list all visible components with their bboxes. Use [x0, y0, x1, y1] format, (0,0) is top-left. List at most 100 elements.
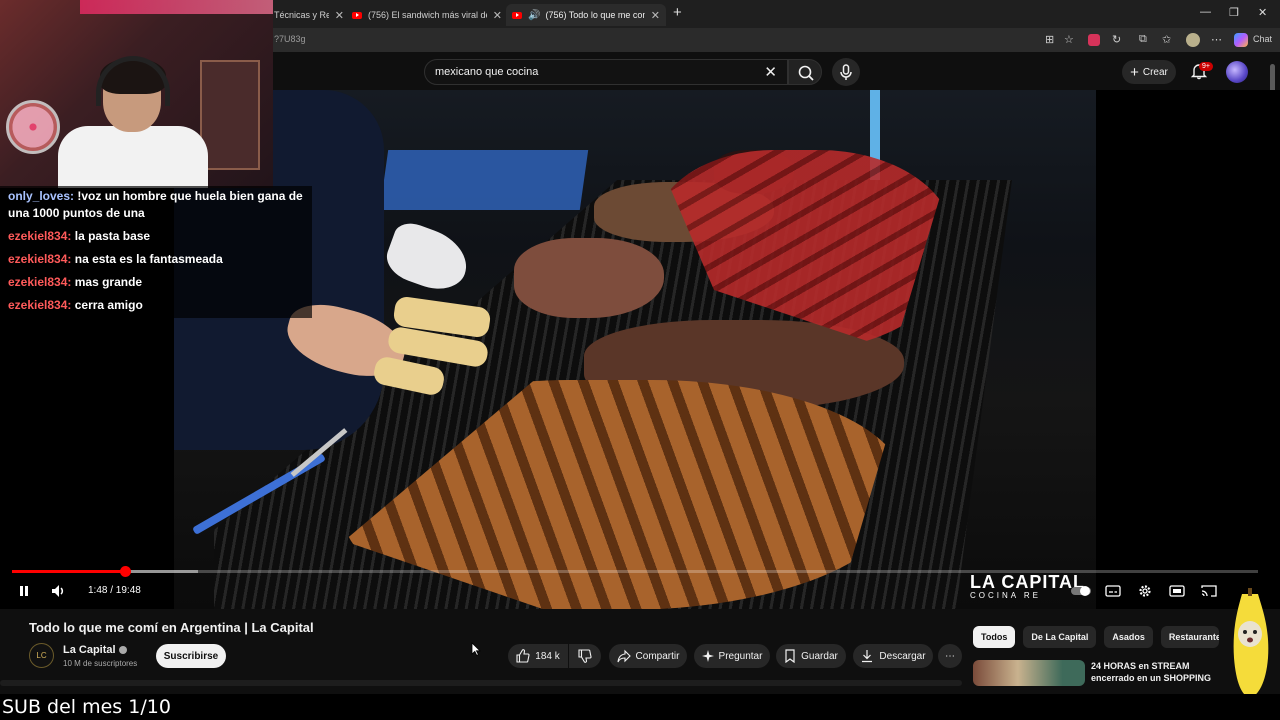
maximize-icon[interactable]: ❐	[1229, 6, 1239, 19]
gear-icon	[1139, 585, 1151, 597]
tab-label: (756) El sandwich más viral del mu	[368, 10, 487, 20]
cast-icon	[1201, 585, 1217, 597]
chat-message: only_loves: !voz un hombre que huela bie…	[8, 188, 304, 222]
description-box-edge[interactable]	[0, 680, 962, 686]
ask-button[interactable]: Preguntar	[694, 644, 770, 668]
chip-todos[interactable]: Todos	[973, 626, 1016, 648]
chip-restaurante[interactable]: Restaurante	[1160, 626, 1219, 648]
scene-fan	[6, 100, 60, 154]
save-button[interactable]: Guardar	[776, 644, 846, 668]
autoplay-toggle[interactable]	[1070, 582, 1092, 600]
time-display: 1:48 / 19:48	[88, 585, 141, 596]
tab-label: (756) Todo lo que me comí en	[545, 10, 644, 20]
account-avatar[interactable]	[1226, 61, 1248, 83]
sub-goal-banner: SUB del mes 1/10	[0, 694, 1280, 720]
share-button[interactable]: Compartir	[609, 644, 687, 668]
clear-search-icon[interactable]: ✕	[764, 63, 777, 81]
url-text[interactable]: ?7U83g	[274, 34, 306, 44]
more-actions-button[interactable]: ⋯	[938, 644, 962, 668]
theater-mode-button[interactable]	[1168, 582, 1186, 600]
refresh-extension-icon[interactable]: ↻	[1112, 33, 1121, 46]
browser-tab-2[interactable]: (756) El sandwich más viral del mu ✕	[352, 4, 502, 26]
channel-name-text: La Capital	[63, 644, 116, 656]
favorite-star-icon[interactable]: ☆	[1064, 33, 1074, 46]
subtitles-button[interactable]	[1104, 582, 1122, 600]
like-button[interactable]: 184 k	[508, 644, 568, 668]
chat-username: ezekiel834:	[8, 298, 72, 312]
pause-button[interactable]	[16, 582, 32, 600]
extension-icon[interactable]	[1088, 34, 1100, 46]
progress-bar[interactable]	[12, 566, 1258, 577]
scene-neon	[80, 0, 273, 14]
split-screen-icon[interactable]: ⧉	[1139, 33, 1147, 46]
chat-username: ezekiel834:	[8, 275, 72, 289]
chat-message: ezekiel834: mas grande	[8, 274, 304, 291]
more-menu-icon[interactable]: ⋯	[1211, 33, 1222, 46]
app-icon[interactable]: ⊞	[1045, 33, 1054, 46]
verified-icon	[118, 646, 127, 655]
dislike-button[interactable]	[569, 644, 601, 668]
microphone-icon	[840, 64, 852, 80]
chip-de-la-capital[interactable]: De La Capital	[1023, 626, 1097, 648]
browser-tab-1[interactable]: Técnicas y Refle ✕	[274, 4, 344, 26]
close-icon[interactable]: ✕	[335, 9, 344, 22]
chat-text: la pasta base	[74, 229, 151, 243]
close-icon[interactable]: ✕	[493, 9, 502, 22]
chat-message: ezekiel834: na esta es la fantasmeada	[8, 251, 304, 268]
progress-played	[12, 570, 126, 573]
recommendation-title[interactable]: 24 HORAS en STREAM encerrado en un SHOPP…	[1091, 660, 1221, 684]
create-label: Crear	[1142, 66, 1168, 78]
screen: Técnicas y Refle ✕ (756) El sandwich más…	[0, 0, 1280, 720]
new-tab-button[interactable]: +	[673, 4, 682, 21]
favorites-icon[interactable]: ✩	[1162, 33, 1171, 46]
create-button[interactable]: + Crear	[1122, 60, 1176, 84]
recommendation-thumbnail[interactable]	[973, 660, 1085, 686]
download-label: Descargar	[879, 650, 926, 662]
pause-icon	[20, 586, 28, 596]
cast-button[interactable]	[1200, 582, 1218, 600]
search-button[interactable]	[788, 59, 822, 85]
progress-scrubber[interactable]	[120, 566, 132, 577]
search-icon	[798, 65, 814, 81]
share-icon	[616, 649, 631, 663]
close-icon[interactable]: ✕	[651, 9, 660, 22]
sub-goal-text: SUB del mes 1/10	[2, 696, 171, 718]
scene-shirt	[58, 126, 208, 188]
chat-button[interactable]: Chat	[1253, 34, 1272, 44]
window-close-icon[interactable]: ✕	[1258, 6, 1267, 19]
copilot-icon[interactable]	[1234, 33, 1248, 47]
subscribe-button[interactable]: Suscribirse	[156, 644, 226, 668]
chat-username: ezekiel834:	[8, 229, 72, 243]
video-title: Todo lo que me comí en Argentina | La Ca…	[29, 620, 314, 635]
sparkle-icon	[701, 650, 714, 662]
volume-button[interactable]	[50, 582, 68, 600]
search-input[interactable]: mexicano que cocina ✕	[424, 59, 788, 85]
chat-text: mas grande	[74, 275, 143, 289]
stream-chat-overlay: only_loves: !voz un hombre que huela bie…	[0, 186, 312, 318]
channel-name[interactable]: La Capital	[63, 644, 127, 656]
plus-icon: +	[1130, 63, 1139, 81]
thumbs-up-icon	[516, 649, 530, 663]
profile-icon[interactable]	[1186, 33, 1200, 47]
voice-search-button[interactable]	[832, 58, 860, 86]
streamer-webcam	[0, 0, 273, 188]
banana-cat-overlay	[1233, 588, 1269, 698]
settings-button[interactable]	[1136, 582, 1154, 600]
notification-badge: 9+	[1199, 62, 1213, 71]
chat-username: only_loves:	[8, 189, 75, 203]
like-count: 184 k	[535, 650, 560, 662]
ask-label: Preguntar	[718, 650, 763, 662]
channel-avatar[interactable]: LC	[29, 643, 54, 668]
mouse-cursor-icon	[471, 642, 481, 656]
browser-tab-3-active[interactable]: 🔊 (756) Todo lo que me comí en ✕	[506, 4, 666, 26]
save-label: Guardar	[801, 650, 838, 662]
download-icon	[862, 650, 873, 663]
chat-username: ezekiel834:	[8, 252, 72, 266]
speaker-icon[interactable]: 🔊	[528, 10, 540, 21]
tab-label: Técnicas y Refle	[274, 10, 329, 20]
minimize-icon[interactable]: —	[1200, 6, 1211, 18]
youtube-favicon-icon	[352, 11, 362, 19]
chip-asados[interactable]: Asados	[1104, 626, 1153, 648]
search-value: mexicano que cocina	[435, 66, 539, 78]
download-button[interactable]: Descargar	[853, 644, 933, 668]
